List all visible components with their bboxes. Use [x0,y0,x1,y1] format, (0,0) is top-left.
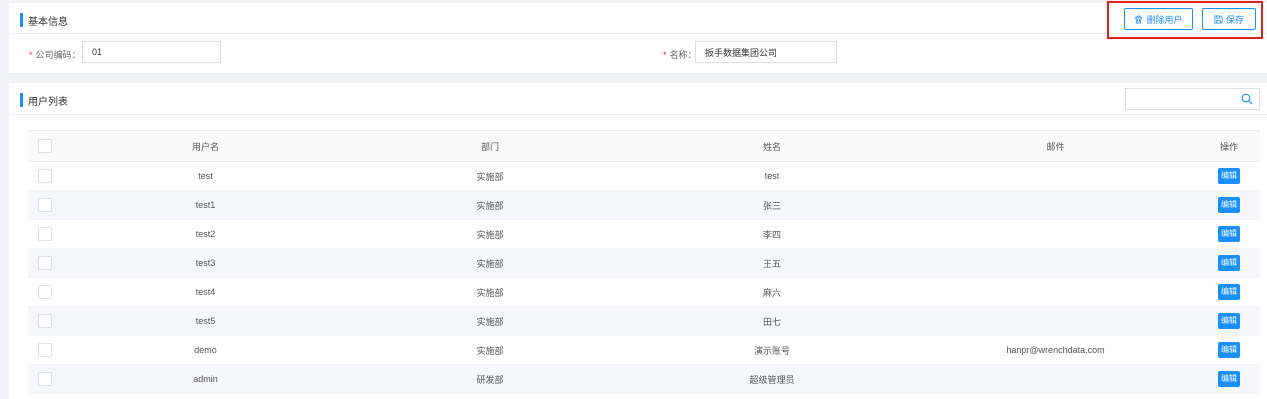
section-accent-bar [20,13,23,27]
edit-button[interactable]: 编辑 [1218,313,1240,329]
name-cell: 麻六 [631,277,913,307]
column-header: 部门 [349,130,631,162]
column-header: 操作 [1198,130,1260,162]
select-all-header[interactable] [28,130,62,162]
user-list-header: 用户列表 [20,93,68,108]
row-checkbox[interactable] [38,198,52,212]
basic-info-panel: 基本信息 删除用户 保存 * 公司编码： 01 * 名称： 扳手数据集团公司 [9,3,1267,73]
email-cell [913,219,1198,249]
row-checkbox[interactable] [38,169,52,183]
table-row: demo 实施部 演示账号 hanpr@wrenchdata.com 编辑 [28,335,1260,365]
row-checkbox[interactable] [38,227,52,241]
table-header-row: 用户名 部门 姓名 邮件 操作 [28,130,1260,162]
required-mark: * [29,50,33,60]
name-label: * 名称： [663,48,697,61]
email-cell [913,161,1198,191]
row-checkbox[interactable] [38,285,52,299]
user-table: 用户名 部门 姓名 邮件 操作 test 实施部 test 编辑 test1 实… [28,130,1260,394]
email-cell [913,306,1198,336]
email-cell [913,190,1198,220]
basic-info-header: 基本信息 [20,13,68,28]
table-row: test4 实施部 麻六 编辑 [28,277,1260,307]
username-cell: test3 [62,248,349,278]
edit-button[interactable]: 编辑 [1218,226,1240,242]
row-checkbox[interactable] [38,343,52,357]
table-row: test 实施部 test 编辑 [28,161,1260,191]
row-checkbox[interactable] [38,256,52,270]
name-field[interactable]: 扳手数据集团公司 [695,41,837,63]
username-cell: test1 [62,190,349,220]
company-code-label: * 公司编码： [29,48,81,61]
company-code-field[interactable]: 01 [82,41,221,63]
highlight-box [1107,1,1263,39]
header-divider [9,33,1267,34]
table-row: test2 实施部 李四 编辑 [28,219,1260,249]
row-checkbox[interactable] [38,372,52,386]
name-cell: 演示账号 [631,335,913,365]
column-header: 姓名 [631,130,913,162]
basic-info-title: 基本信息 [28,16,68,28]
section-accent-bar [20,93,23,107]
name-value: 扳手数据集团公司 [705,47,778,58]
name-cell: test [631,161,913,191]
dept-cell: 实施部 [349,335,631,365]
table-row: test1 实施部 张三 编辑 [28,190,1260,220]
username-cell: test2 [62,219,349,249]
dept-cell: 研发部 [349,364,631,394]
edit-button[interactable]: 编辑 [1218,342,1240,358]
select-all-checkbox[interactable] [38,139,52,153]
column-header: 邮件 [913,130,1198,162]
edit-button[interactable]: 编辑 [1218,284,1240,300]
required-mark: * [663,50,667,60]
table-row: test3 实施部 王五 编辑 [28,248,1260,278]
username-cell: demo [62,335,349,365]
user-list-title: 用户列表 [28,96,68,108]
username-cell: test [62,161,349,191]
name-cell: 田七 [631,306,913,336]
company-code-label-text: 公司编码： [35,50,81,60]
header-divider [9,114,1267,115]
row-checkbox[interactable] [38,314,52,328]
name-cell: 李四 [631,219,913,249]
edit-button[interactable]: 编辑 [1218,255,1240,271]
dept-cell: 实施部 [349,306,631,336]
name-cell: 王五 [631,248,913,278]
username-cell: test4 [62,277,349,307]
dept-cell: 实施部 [349,248,631,278]
name-cell: 张三 [631,190,913,220]
dept-cell: 实施部 [349,161,631,191]
username-cell: admin [62,364,349,394]
table-row: test5 实施部 田七 编辑 [28,306,1260,336]
dept-cell: 实施部 [349,219,631,249]
search-icon[interactable] [1241,93,1253,105]
column-header: 用户名 [62,130,349,162]
email-cell [913,364,1198,394]
email-cell [913,248,1198,278]
email-cell [913,277,1198,307]
dept-cell: 实施部 [349,190,631,220]
user-list-panel: 用户列表 用户名 部门 姓名 邮件 操作 test 实施部 test 编辑 te… [9,83,1267,399]
dept-cell: 实施部 [349,277,631,307]
table-row: admin 研发部 超级管理员 编辑 [28,364,1260,394]
company-code-value: 01 [92,47,103,57]
email-cell: hanpr@wrenchdata.com [913,335,1198,365]
edit-button[interactable]: 编辑 [1218,168,1240,184]
username-cell: test5 [62,306,349,336]
edit-button[interactable]: 编辑 [1218,371,1240,387]
edit-button[interactable]: 编辑 [1218,197,1240,213]
name-cell: 超级管理员 [631,364,913,394]
search-input[interactable] [1125,88,1260,110]
name-label-text: 名称： [669,50,697,60]
